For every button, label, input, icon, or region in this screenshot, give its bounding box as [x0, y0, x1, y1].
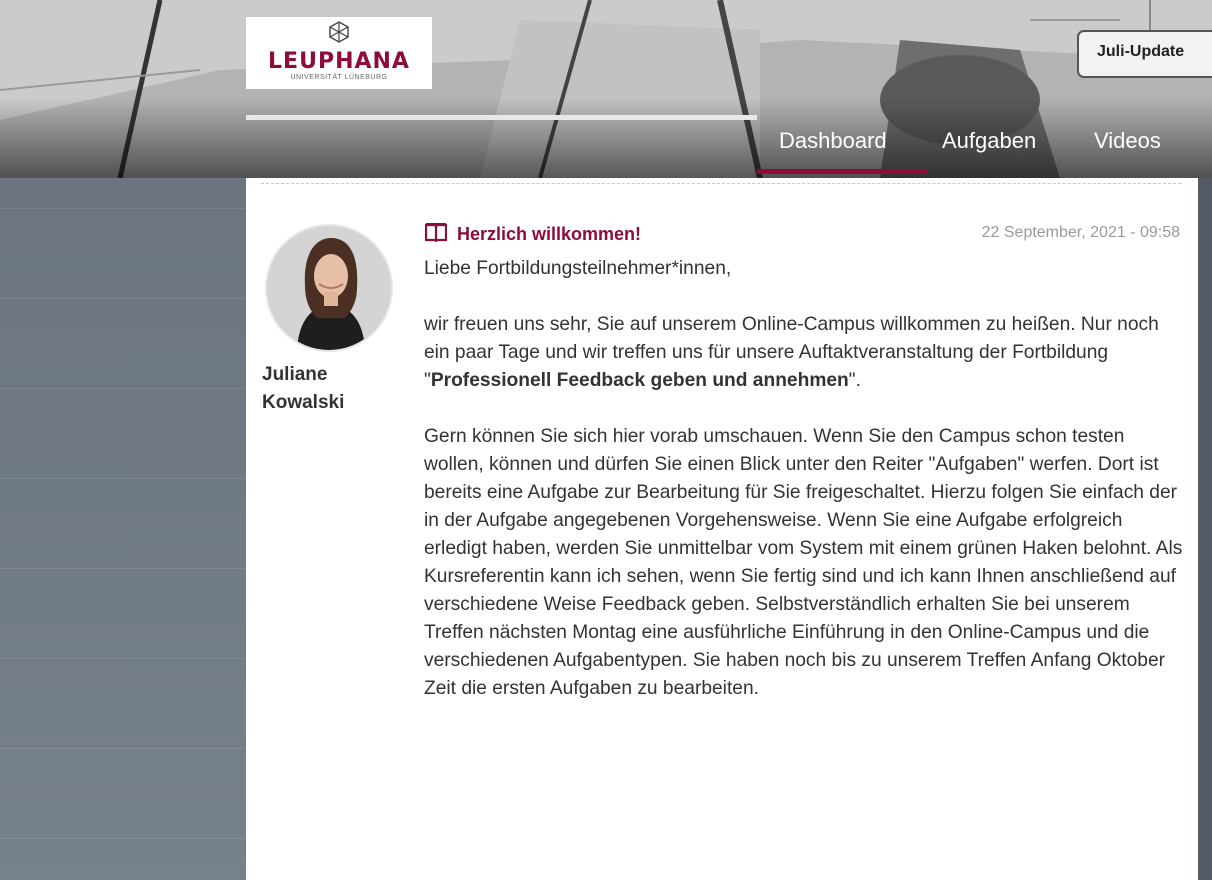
post-greeting: Liebe Fortbildungsteilnehmer*innen, — [424, 258, 732, 279]
open-book-icon — [425, 223, 447, 242]
sidebar-divider — [0, 658, 246, 659]
logo-name: LEUPHANA — [268, 49, 410, 74]
course-title: Professionell Feedback geben und annehme… — [430, 370, 849, 391]
post-paragraph: wir freuen uns sehr, Sie auf unserem Onl… — [424, 311, 1186, 395]
sidebar-divider — [0, 838, 246, 839]
hexagon-cube-logo-icon — [329, 21, 349, 43]
left-sidebar — [0, 178, 246, 880]
sidebar-divider — [0, 478, 246, 479]
main-content: Juliane Kowalski Herzlich willkommen! 22… — [246, 178, 1198, 880]
post-title[interactable]: Herzlich willkommen! — [457, 222, 641, 246]
author-photo — [267, 226, 391, 350]
tab-videos[interactable]: Videos — [1094, 128, 1161, 178]
content-top-divider — [261, 183, 1181, 184]
sidebar-divider — [0, 208, 246, 209]
post-text: ". — [848, 370, 861, 391]
right-edge — [1198, 178, 1212, 880]
post-body: Liebe Fortbildungsteilnehmer*innen, wir … — [424, 255, 1186, 731]
post-paragraph: Gern können Sie sich hier vorab umschaue… — [424, 426, 1183, 699]
author-name: Juliane Kowalski — [262, 361, 402, 417]
header-banner: LEUPHANA UNIVERSITÄT LÜNEBURG Juli-Updat… — [0, 0, 1212, 178]
sidebar-divider — [0, 388, 246, 389]
sidebar-divider — [0, 568, 246, 569]
logo-subtitle: UNIVERSITÄT LÜNEBURG — [290, 74, 388, 81]
active-tab-indicator — [757, 169, 927, 174]
author-avatar[interactable] — [265, 224, 393, 352]
juli-update-button[interactable]: Juli-Update — [1077, 30, 1212, 78]
leuphana-logo[interactable]: LEUPHANA UNIVERSITÄT LÜNEBURG — [246, 17, 432, 89]
post-date: 22 September, 2021 - 09:58 — [981, 224, 1180, 241]
author-first-name: Juliane — [262, 364, 328, 385]
tab-dashboard[interactable]: Dashboard — [757, 128, 927, 178]
tab-aufgaben[interactable]: Aufgaben — [942, 128, 1036, 178]
header-divider — [246, 115, 757, 120]
sidebar-divider — [0, 298, 246, 299]
author-last-name: Kowalski — [262, 392, 345, 413]
tab-dashboard-label: Dashboard — [779, 128, 887, 153]
sidebar-divider — [0, 748, 246, 749]
